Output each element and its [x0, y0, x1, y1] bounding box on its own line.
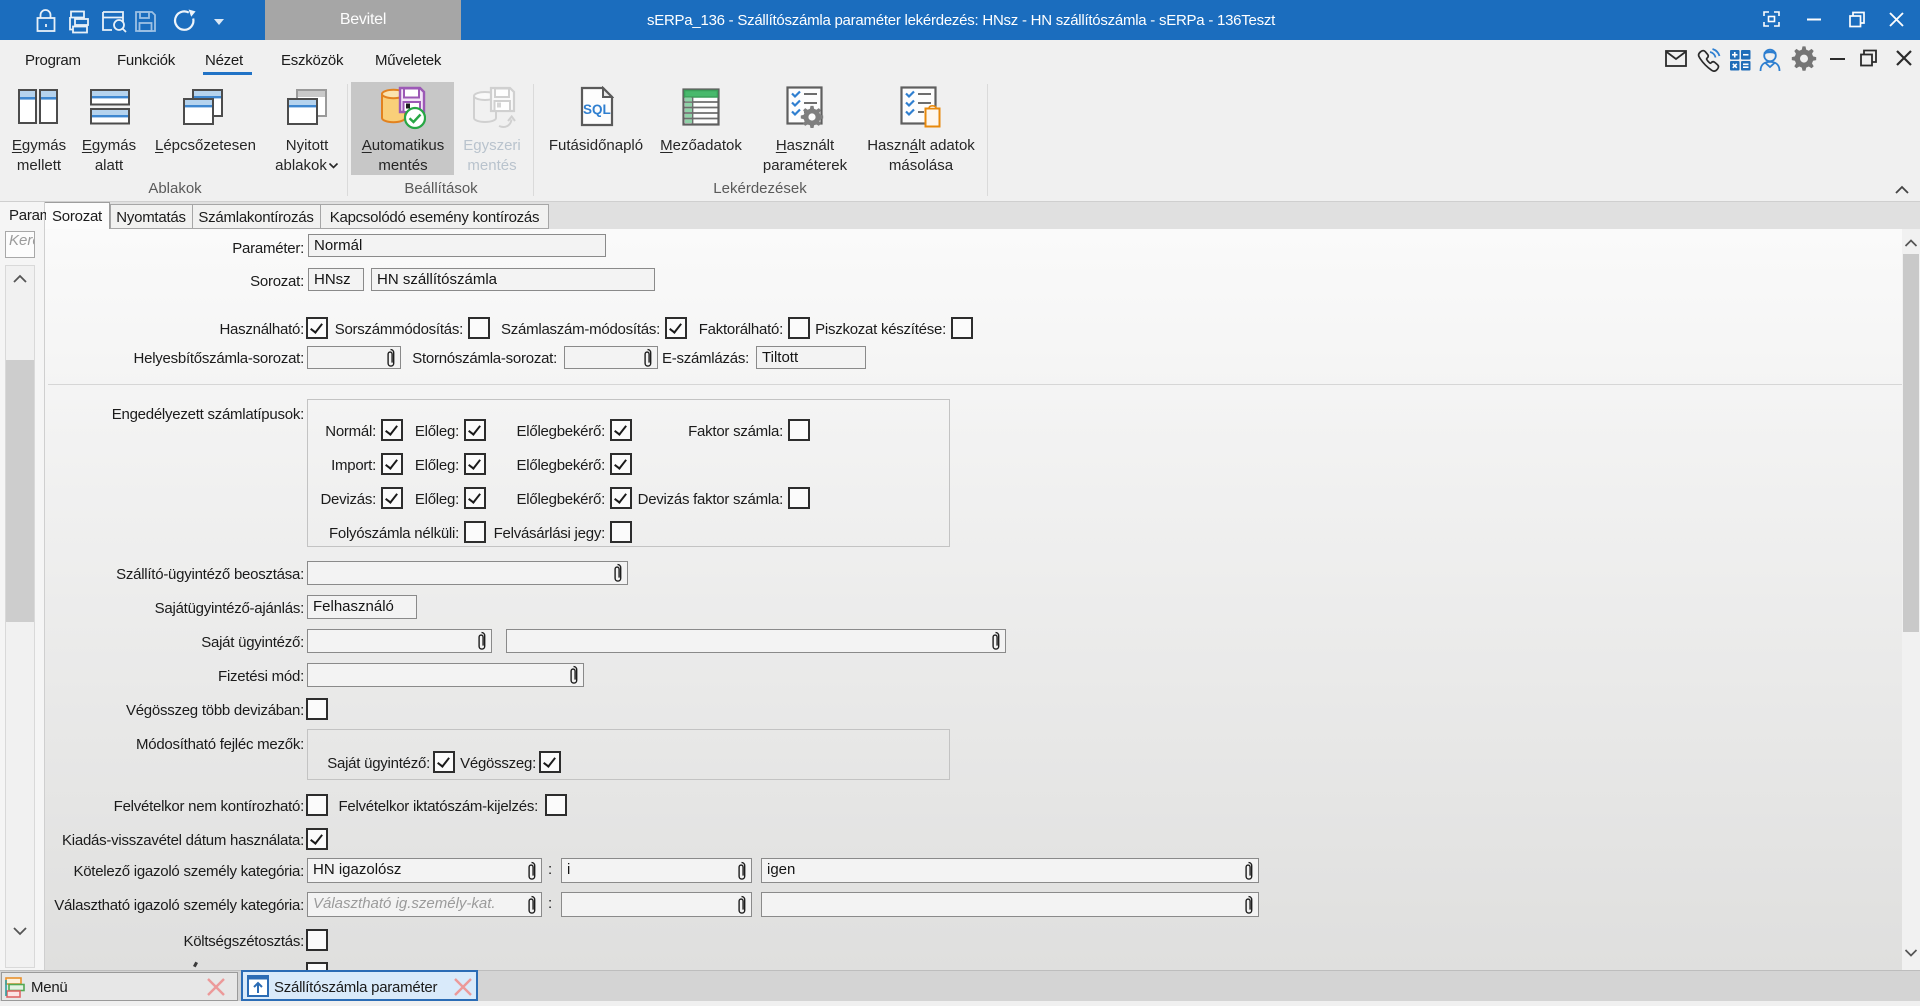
svg-text:SQL: SQL	[583, 102, 611, 117]
